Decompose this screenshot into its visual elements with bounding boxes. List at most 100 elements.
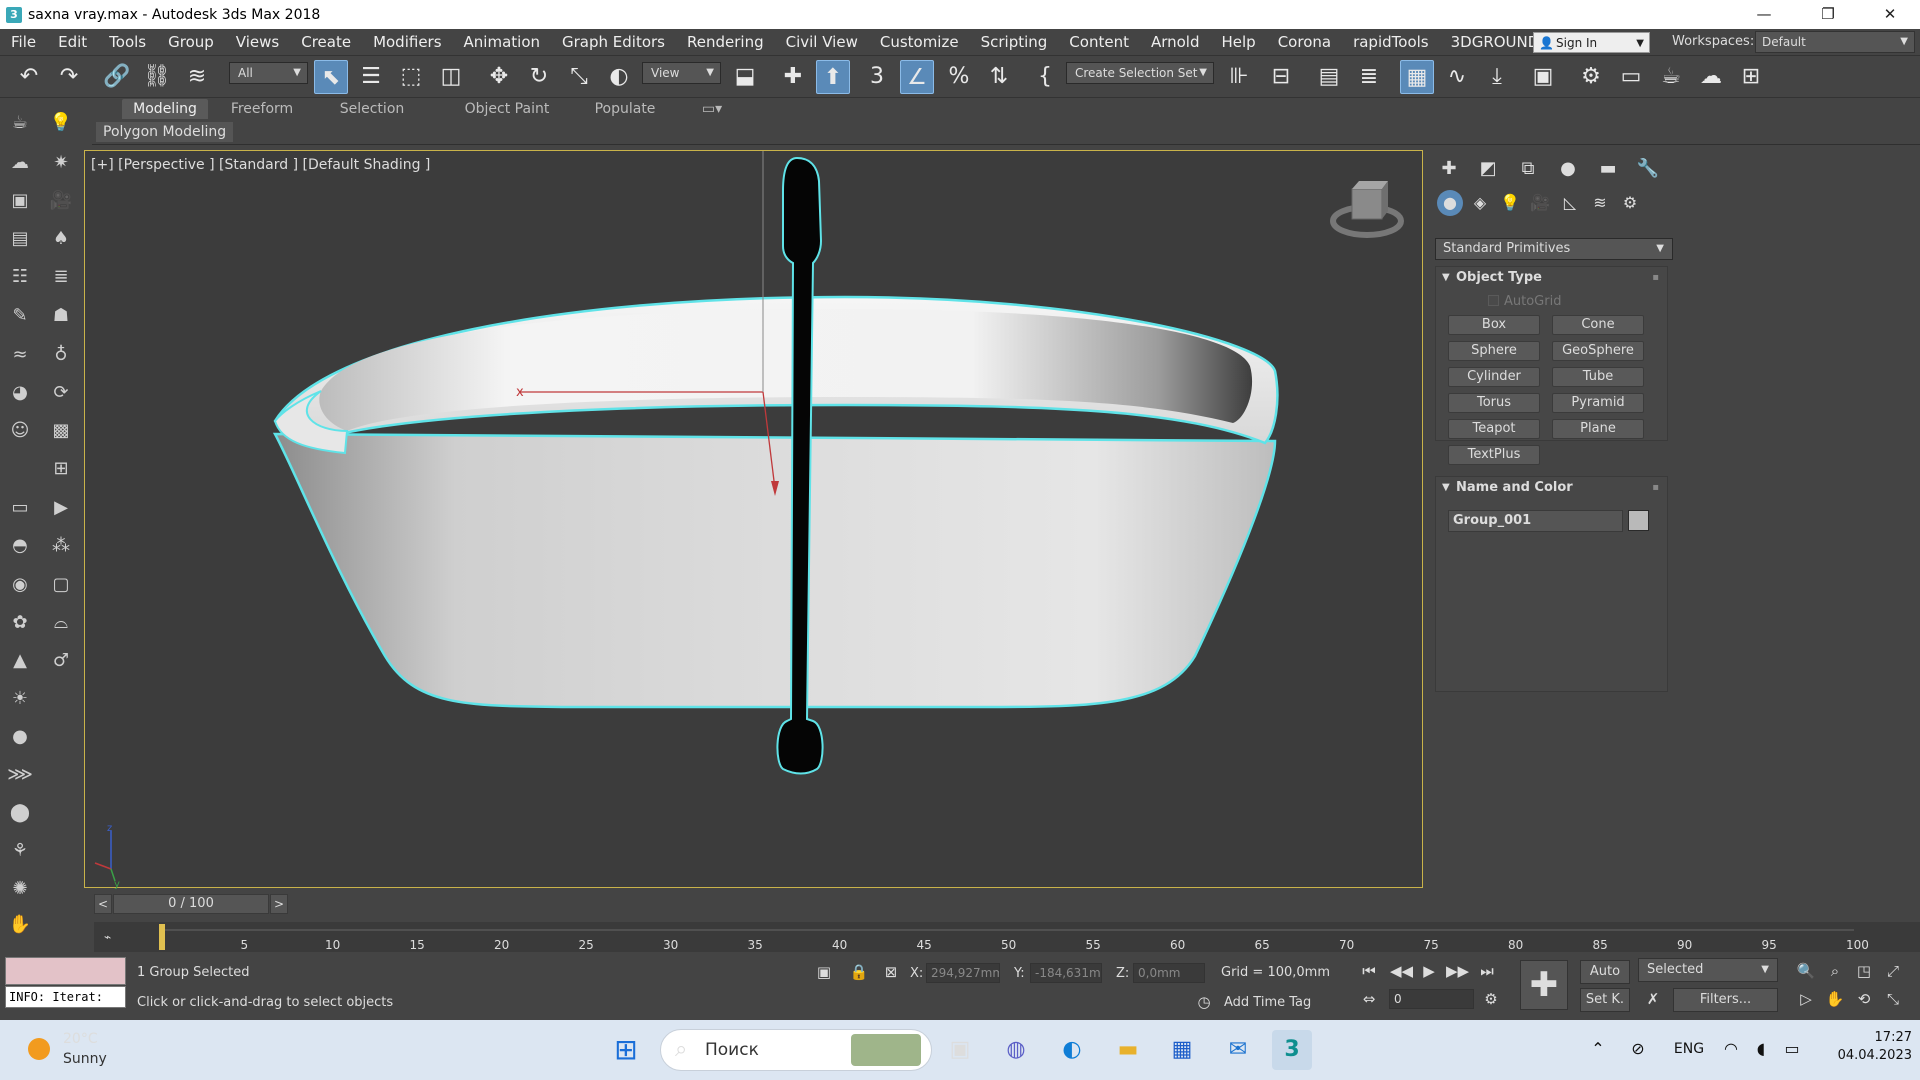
- zoom-extents-all-icon[interactable]: ⤢: [1882, 960, 1904, 982]
- particles-icon[interactable]: ⁂: [46, 531, 76, 561]
- restore-button[interactable]: ❐: [1800, 0, 1856, 29]
- autogrid-checkbox[interactable]: AutoGrid: [1488, 294, 1561, 309]
- zoom-icon[interactable]: 🔍: [1795, 960, 1817, 982]
- textplus-button[interactable]: TextPlus: [1448, 445, 1540, 465]
- select-and-link-icon[interactable]: 🔗: [100, 60, 134, 94]
- key-mode-icon[interactable]: ⇔: [1358, 988, 1380, 1010]
- image-icon[interactable]: ▣: [5, 186, 35, 216]
- cloud-icon[interactable]: ☁: [5, 148, 35, 178]
- menu-rapidtools[interactable]: rapidTools: [1342, 33, 1440, 51]
- time-tag-icon[interactable]: ◷: [1193, 991, 1215, 1013]
- select-and-scale-icon[interactable]: ⤡: [562, 60, 596, 94]
- redo-icon[interactable]: ↷: [52, 60, 86, 94]
- edge-browser-icon[interactable]: ◐: [1052, 1030, 1092, 1070]
- align-icon[interactable]: ⊟: [1264, 60, 1298, 94]
- systems-icon[interactable]: ⚙: [1617, 190, 1643, 216]
- toggle-ribbon-icon[interactable]: ▦: [1400, 60, 1434, 94]
- menu-rendering[interactable]: Rendering: [676, 33, 775, 51]
- modify-tab-icon[interactable]: ◩: [1473, 156, 1503, 182]
- z-coordinate-field[interactable]: 0,0mm: [1133, 963, 1205, 983]
- menu-help[interactable]: Help: [1211, 33, 1267, 51]
- paint-icon[interactable]: ✎: [5, 301, 35, 331]
- volume-icon[interactable]: ◖: [1750, 1039, 1772, 1058]
- chat-icon[interactable]: ◍: [996, 1030, 1036, 1070]
- hand-icon[interactable]: ✋: [5, 910, 35, 940]
- battery-icon[interactable]: ▭: [1780, 1039, 1804, 1058]
- keyboard-shortcut-override-icon[interactable]: ⬆: [816, 60, 850, 94]
- tab-selection[interactable]: Selection: [327, 99, 417, 119]
- viewcube[interactable]: [1330, 181, 1404, 238]
- lights-icon[interactable]: 💡: [1497, 190, 1523, 216]
- 3dsmax-taskbar-icon[interactable]: 3: [1272, 1030, 1312, 1070]
- wave-icon[interactable]: ≈: [5, 340, 35, 370]
- zoom-extents-icon[interactable]: ◳: [1853, 960, 1875, 982]
- lock-icon[interactable]: 🔒: [848, 961, 870, 983]
- pan-view-icon[interactable]: ✋: [1824, 988, 1846, 1010]
- mirror-icon[interactable]: ⊪: [1222, 60, 1256, 94]
- grid-icon[interactable]: ⊞: [46, 454, 76, 484]
- menu-arnold[interactable]: Arnold: [1140, 33, 1211, 51]
- box-button[interactable]: Box: [1448, 315, 1540, 335]
- isolate-selection-icon[interactable]: ▣: [813, 961, 835, 983]
- polygon-modeling-panel[interactable]: Polygon Modeling: [96, 122, 234, 142]
- cylinder-button[interactable]: Cylinder: [1448, 367, 1540, 387]
- tree-icon[interactable]: ♠: [46, 224, 76, 254]
- next-frame-icon[interactable]: ▶▶: [1446, 960, 1469, 982]
- spinner-snap-icon[interactable]: ⇅: [982, 60, 1016, 94]
- sphere-icon[interactable]: ◕: [5, 378, 35, 408]
- document-icon[interactable]: ▤: [5, 224, 35, 254]
- key-filter-dropdown[interactable]: Selected ▼: [1638, 958, 1778, 982]
- menu-modifiers[interactable]: Modifiers: [362, 33, 452, 51]
- render-icon[interactable]: ▶: [46, 493, 76, 523]
- go-to-end-icon[interactable]: ⏭: [1476, 960, 1498, 982]
- create-teapot-icon[interactable]: ☕: [5, 108, 35, 138]
- network-status-icon[interactable]: ⊘: [1626, 1039, 1650, 1058]
- select-and-manipulate-icon[interactable]: ✚: [776, 60, 810, 94]
- select-and-rotate-icon[interactable]: ↻: [522, 60, 556, 94]
- menu-views[interactable]: Views: [225, 33, 290, 51]
- time-slider-next[interactable]: >: [270, 894, 288, 914]
- go-to-start-icon[interactable]: ⏮: [1358, 960, 1380, 982]
- menu-edit[interactable]: Edit: [47, 33, 98, 51]
- angle-snap-icon[interactable]: ∠: [900, 60, 934, 94]
- ribbon-options-icon[interactable]: ▭▾: [694, 99, 730, 119]
- absolute-mode-icon[interactable]: ⊠: [880, 961, 902, 983]
- rectangular-selection-icon[interactable]: ⬚: [394, 60, 428, 94]
- layers-icon[interactable]: ☷: [5, 262, 35, 292]
- object-name-field[interactable]: Group_001: [1448, 510, 1623, 532]
- name-and-color-header[interactable]: ▼ Name and Color ▪: [1436, 477, 1667, 499]
- select-and-move-icon[interactable]: ✥: [482, 60, 516, 94]
- selection-filter-dropdown[interactable]: All ▼: [229, 62, 308, 84]
- render-in-cloud-icon[interactable]: ☁: [1694, 60, 1728, 94]
- hierarchy-tab-icon[interactable]: ⧉: [1513, 156, 1543, 182]
- toggle-layer-explorer-icon[interactable]: ≣: [1352, 60, 1386, 94]
- list-icon[interactable]: ≣: [46, 262, 76, 292]
- plane-button[interactable]: Plane: [1552, 419, 1644, 439]
- track-bar[interactable]: ⌁ 5 10 15 20 25 30 35 40 45 50 55 60 65 70 75 80 85 90 95 1…: [94, 922, 1920, 952]
- settings-sphere-icon[interactable]: ✺: [5, 874, 35, 904]
- current-frame-field[interactable]: 0: [1389, 989, 1474, 1009]
- create-tab-icon[interactable]: ✚: [1434, 156, 1464, 182]
- field-of-view-icon[interactable]: ▷: [1795, 988, 1817, 1010]
- utilities-tab-icon[interactable]: 🔧: [1633, 156, 1663, 182]
- show-hidden-icons-chevron-icon[interactable]: ⌃: [1588, 1039, 1608, 1058]
- menu-content[interactable]: Content: [1058, 33, 1140, 51]
- geometry-icon[interactable]: ●: [1437, 190, 1463, 216]
- a360-gallery-icon[interactable]: ⊞: [1734, 60, 1768, 94]
- disc-icon[interactable]: ◉: [5, 570, 35, 600]
- object-color-swatch[interactable]: [1628, 510, 1649, 531]
- add-time-tag[interactable]: Add Time Tag: [1224, 995, 1311, 1010]
- tab-freeform[interactable]: Freeform: [222, 99, 302, 119]
- window-crossing-icon[interactable]: ◫: [434, 60, 468, 94]
- material-editor-icon[interactable]: ▣: [1526, 60, 1560, 94]
- windows-start-icon[interactable]: ⊞: [606, 1030, 646, 1070]
- system-clock[interactable]: 17:27 04.04.2023: [1822, 1030, 1912, 1063]
- render-production-icon[interactable]: ☕: [1654, 60, 1688, 94]
- ball-icon[interactable]: ●: [5, 722, 35, 752]
- wifi-icon[interactable]: ◠: [1720, 1039, 1742, 1058]
- window-icon[interactable]: ▭: [5, 493, 35, 523]
- workspace-select[interactable]: Default ▼: [1755, 31, 1915, 53]
- task-view-icon[interactable]: ▣: [940, 1030, 980, 1070]
- network-icon[interactable]: ⚘: [5, 836, 35, 866]
- teapot-button[interactable]: Teapot: [1448, 419, 1540, 439]
